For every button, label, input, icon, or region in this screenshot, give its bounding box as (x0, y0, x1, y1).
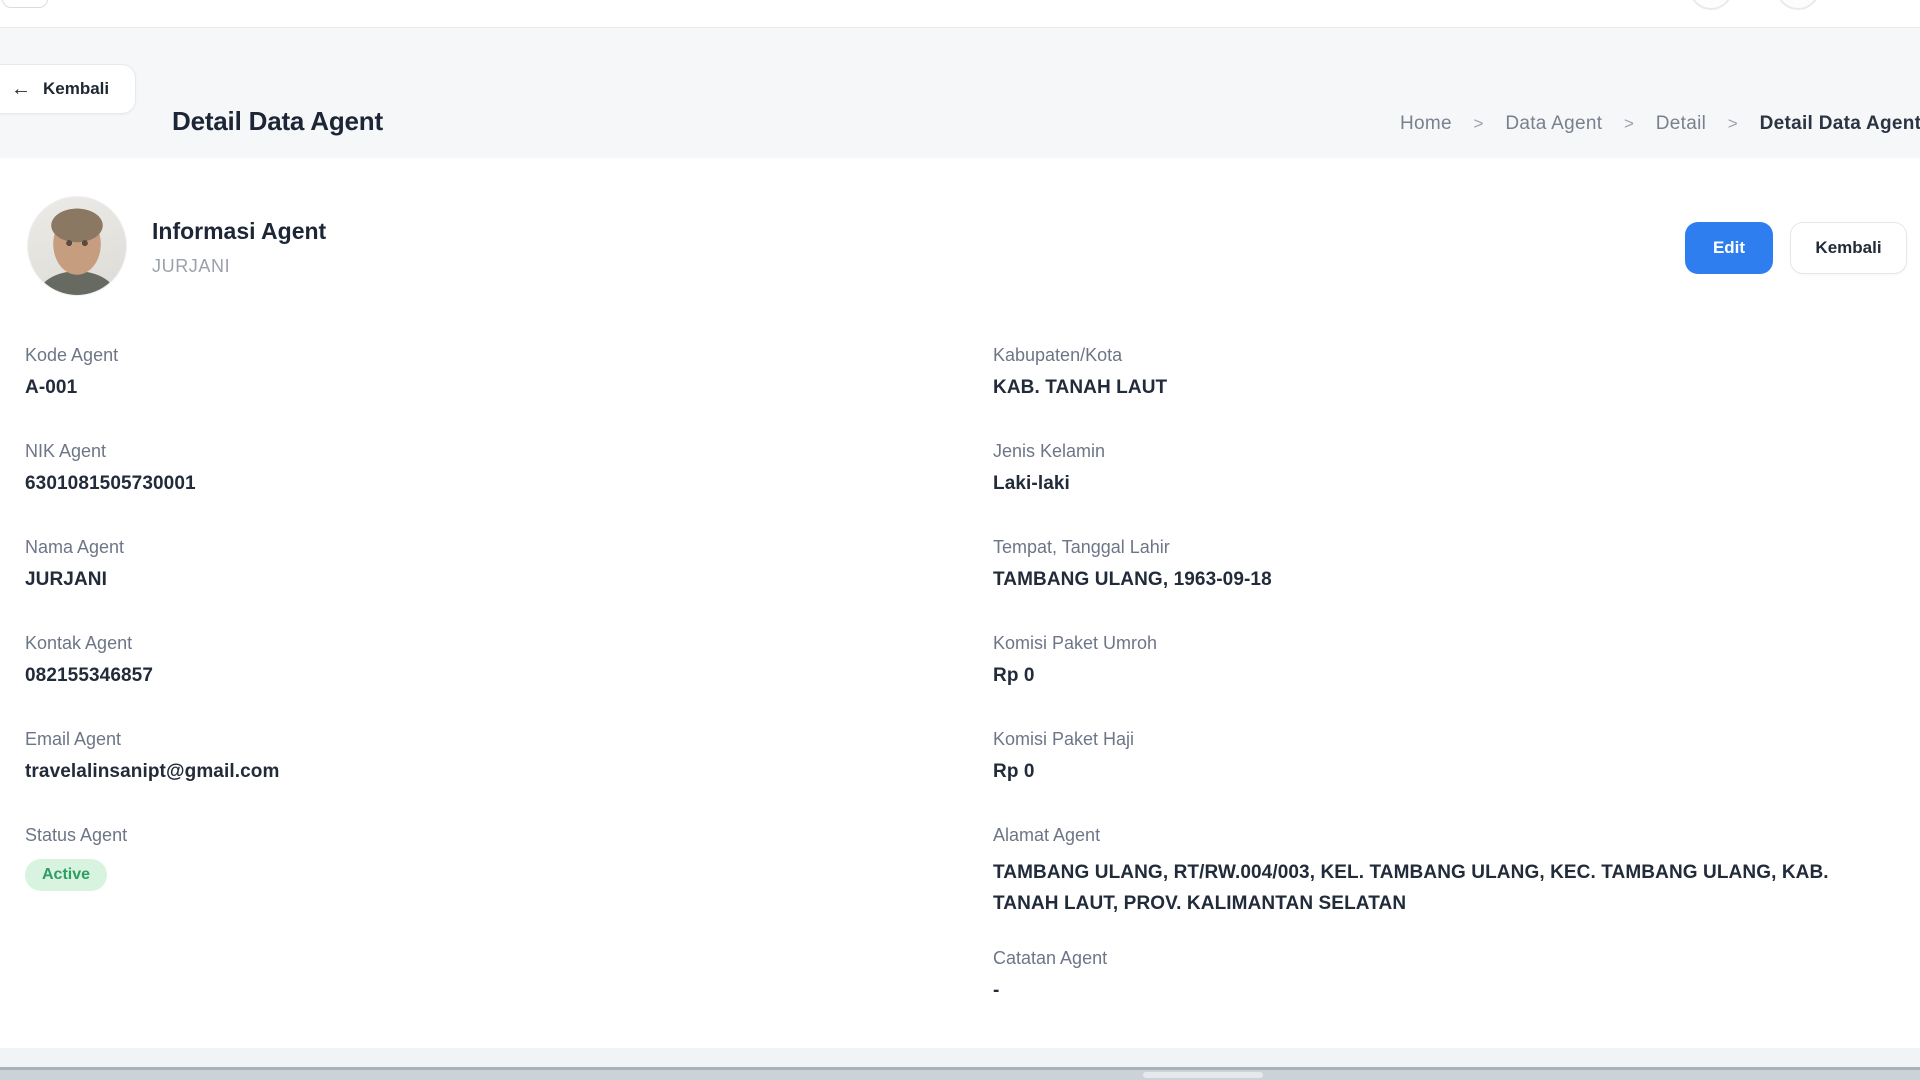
card-heading: Informasi Agent (152, 218, 326, 245)
field-label: Jenis Kelamin (993, 441, 1105, 462)
field-status-agent: Status Agent Active (25, 825, 127, 891)
page-header: ← Kembali Detail Data Agent Home > Data … (0, 28, 1920, 158)
field-label: Status Agent (25, 825, 127, 846)
field-label: Catatan Agent (993, 948, 1107, 969)
field-label: Nama Agent (25, 537, 124, 558)
field-value: Rp 0 (993, 761, 1134, 783)
scrollbar-thumb[interactable] (1143, 1072, 1263, 1078)
bottom-strip (0, 1048, 1920, 1067)
topbar-clipped-button[interactable] (2, 0, 48, 8)
topbar-icon-button-2[interactable] (1776, 0, 1820, 10)
horizontal-scrollbar[interactable] (0, 1070, 1920, 1080)
field-label: Komisi Paket Haji (993, 729, 1134, 750)
field-kabupaten-kota: Kabupaten/Kota KAB. TANAH LAUT (993, 345, 1167, 399)
field-value: - (993, 980, 1107, 1002)
field-value: travelalinsanipt@gmail.com (25, 761, 279, 783)
field-label: Komisi Paket Umroh (993, 633, 1157, 654)
status-badge: Active (25, 859, 107, 891)
field-value: 082155346857 (25, 665, 153, 687)
back-arrow-icon: ← (11, 79, 31, 99)
field-komisi-paket-haji: Komisi Paket Haji Rp 0 (993, 729, 1134, 783)
card-subheading: JURJANI (152, 256, 230, 277)
field-label: Kode Agent (25, 345, 118, 366)
breadcrumb-separator: > (1473, 114, 1483, 133)
field-value: TAMBANG ULANG, 1963-09-18 (993, 569, 1272, 591)
edit-button[interactable]: Edit (1685, 222, 1773, 274)
field-value: Laki-laki (993, 473, 1105, 495)
field-label: Email Agent (25, 729, 279, 750)
field-alamat-agent: Alamat Agent TAMBANG ULANG, RT/RW.004/00… (993, 825, 1878, 919)
field-value: A-001 (25, 377, 118, 399)
topbar-icon-button-1[interactable] (1689, 0, 1733, 10)
field-label: Tempat, Tanggal Lahir (993, 537, 1272, 558)
field-tempat-tanggal-lahir: Tempat, Tanggal Lahir TAMBANG ULANG, 196… (993, 537, 1272, 591)
field-label: Kabupaten/Kota (993, 345, 1167, 366)
field-label: Alamat Agent (993, 825, 1878, 846)
breadcrumb-separator: > (1728, 114, 1738, 133)
kembali-button[interactable]: Kembali (1790, 222, 1907, 274)
back-button[interactable]: ← Kembali (0, 64, 136, 114)
field-nik-agent: NIK Agent 6301081505730001 (25, 441, 196, 495)
breadcrumb-item-detail[interactable]: Detail (1656, 113, 1706, 134)
page-title: Detail Data Agent (172, 106, 383, 137)
field-label: Kontak Agent (25, 633, 153, 654)
agent-avatar (27, 196, 127, 296)
breadcrumb-current: Detail Data Agent (1760, 113, 1920, 134)
field-jenis-kelamin: Jenis Kelamin Laki-laki (993, 441, 1105, 495)
field-label: NIK Agent (25, 441, 196, 462)
breadcrumb-item-home[interactable]: Home (1400, 113, 1452, 134)
field-catatan-agent: Catatan Agent - (993, 948, 1107, 1002)
field-value: Rp 0 (993, 665, 1157, 687)
field-komisi-paket-umroh: Komisi Paket Umroh Rp 0 (993, 633, 1157, 687)
breadcrumb-item-data-agent[interactable]: Data Agent (1505, 113, 1602, 134)
agent-detail-card: Informasi Agent JURJANI Edit Kembali Kod… (0, 158, 1920, 1048)
breadcrumb-separator: > (1624, 114, 1634, 133)
field-value: 6301081505730001 (25, 473, 196, 495)
back-button-label: Kembali (43, 79, 109, 99)
field-kode-agent: Kode Agent A-001 (25, 345, 118, 399)
field-kontak-agent: Kontak Agent 082155346857 (25, 633, 153, 687)
field-email-agent: Email Agent travelalinsanipt@gmail.com (25, 729, 279, 783)
breadcrumb: Home > Data Agent > Detail > Detail Data… (1400, 113, 1920, 135)
field-nama-agent: Nama Agent JURJANI (25, 537, 124, 591)
topbar (0, 0, 1920, 28)
field-value: KAB. TANAH LAUT (993, 377, 1167, 399)
field-value: JURJANI (25, 569, 124, 591)
field-value: TAMBANG ULANG, RT/RW.004/003, KEL. TAMBA… (993, 857, 1878, 919)
